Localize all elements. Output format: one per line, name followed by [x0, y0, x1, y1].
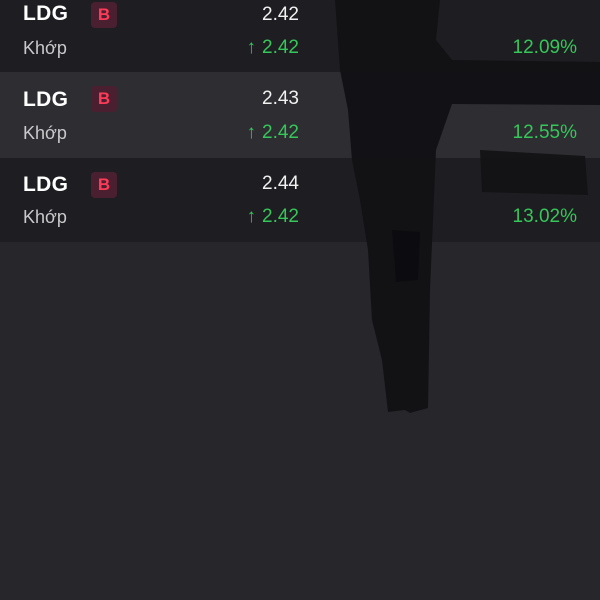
matched-price-value: 2.42 — [262, 37, 299, 58]
order-symbol: LDG — [23, 2, 69, 25]
order-status: Khớp — [23, 123, 67, 143]
matched-price-value: 2.42 — [262, 122, 299, 143]
order-price: 2.44 — [262, 173, 299, 194]
order-symbol: LDG — [23, 173, 69, 196]
matched-price: ↑ 2.42 — [247, 37, 299, 59]
order-symbol: LDG — [23, 88, 69, 111]
order-list-screen: LDG B 2.42 Khớp ↑ 2.42 12.09% LDG B 2.43 … — [0, 0, 600, 600]
buy-side-badge: B — [91, 86, 117, 112]
matched-price-value: 2.42 — [262, 206, 299, 227]
up-arrow-icon: ↑ — [246, 37, 257, 58]
up-arrow-icon: ↑ — [246, 122, 257, 143]
order-row[interactable]: LDG B 2.43 Khớp ↑ 2.42 12.55% — [0, 72, 600, 158]
up-arrow-icon: ↑ — [246, 206, 257, 227]
order-status: Khớp — [23, 38, 67, 58]
matched-price: ↑ 2.42 — [247, 206, 299, 228]
change-percent: 12.09% — [512, 37, 577, 58]
order-row[interactable]: LDG B 2.42 Khớp ↑ 2.42 12.09% — [0, 0, 600, 72]
order-row[interactable]: LDG B 2.44 Khớp ↑ 2.42 13.02% — [0, 158, 600, 242]
matched-price: ↑ 2.42 — [247, 122, 299, 144]
buy-side-badge: B — [91, 2, 117, 28]
buy-side-badge: B — [91, 172, 117, 198]
order-price: 2.43 — [262, 88, 299, 109]
order-price: 2.42 — [262, 4, 299, 25]
change-percent: 12.55% — [512, 122, 577, 143]
order-status: Khớp — [23, 207, 67, 227]
change-percent: 13.02% — [512, 206, 577, 227]
